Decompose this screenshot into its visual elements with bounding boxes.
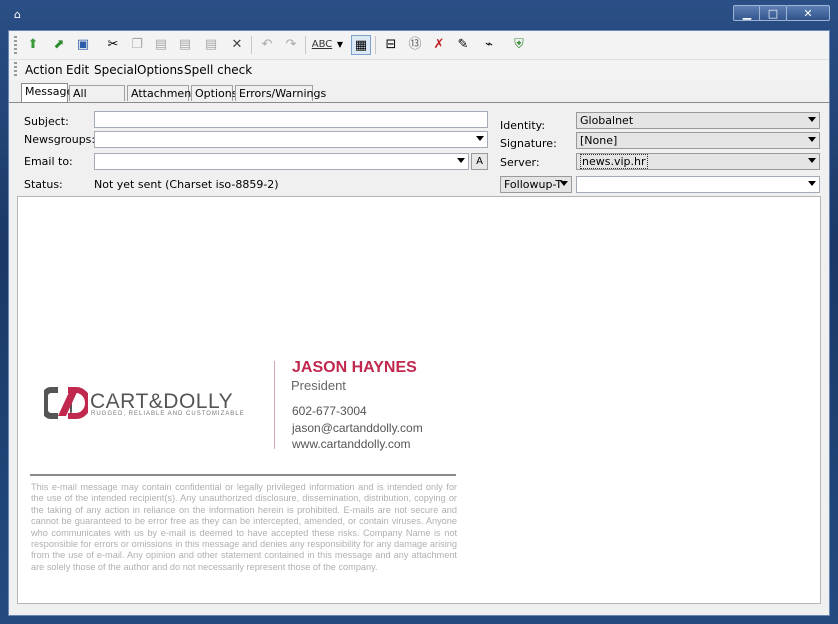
status-value: Not yet sent (Charset iso-8859-2) — [94, 178, 279, 191]
pgp-icon[interactable]: ⛨ — [509, 35, 529, 55]
copy-icon[interactable]: ❐ — [127, 35, 147, 55]
toolbar: ⬆ ⬈ ▣ ✂ ❐ ▤ ▤ ▤ ✕ ↶ ↷ ABC ▼ ▦ ⊟ ⑬ ✗ ✎ ⌁ … — [9, 31, 829, 60]
insert-icon[interactable]: ▦ — [351, 35, 371, 55]
signature-icon[interactable]: ✎ — [453, 35, 473, 55]
paste-icon[interactable]: ▤ — [151, 35, 171, 55]
redo-icon[interactable]: ↷ — [281, 35, 301, 55]
separator — [305, 36, 306, 54]
tab-attachments[interactable]: Attachments — [127, 85, 201, 101]
signature-name: JASON HAYNES — [292, 359, 417, 376]
identity-select[interactable]: Globalnet — [576, 112, 820, 129]
signature-value: [None] — [580, 134, 618, 147]
signature-select[interactable]: [None] — [576, 132, 820, 149]
title-bar[interactable]: ⌂ ▁ □ ✕ — [0, 0, 838, 30]
subject-label: Subject: — [24, 115, 69, 128]
menu-grip[interactable] — [14, 62, 17, 78]
followup-select[interactable]: Followup-T — [500, 176, 572, 193]
menu-spell-check[interactable]: Spell check — [184, 63, 252, 77]
wrap-icon[interactable]: ⌁ — [479, 35, 499, 55]
undo-icon[interactable]: ↶ — [257, 35, 277, 55]
spell-check-icon[interactable]: ABC — [311, 35, 333, 55]
delete-icon[interactable]: ✕ — [227, 35, 247, 55]
emailto-input[interactable] — [94, 153, 469, 170]
attach-icon[interactable]: ⊟ — [381, 35, 401, 55]
followup-value: Followup-T — [504, 178, 563, 191]
signature-title: President — [291, 378, 346, 393]
home-icon[interactable]: ⌂ — [14, 9, 26, 21]
server-label: Server: — [500, 156, 540, 169]
menu-special[interactable]: Special — [94, 63, 137, 77]
menu-edit[interactable]: Edit — [66, 63, 89, 77]
server-select[interactable]: news.vip.hr — [576, 153, 820, 170]
chevron-down-icon[interactable] — [457, 158, 465, 163]
address-book-button[interactable]: A — [471, 153, 488, 170]
menu-options[interactable]: Options — [137, 63, 183, 77]
status-label: Status: — [24, 178, 63, 191]
menu-action[interactable]: Action — [25, 63, 63, 77]
chevron-down-icon[interactable] — [560, 181, 568, 186]
newsgroups-label: Newsgroups: — [24, 133, 96, 146]
signature-phone: 602-677-3004 — [292, 404, 367, 418]
menu-bar: Action Edit Special Options Spell check — [9, 60, 829, 80]
header-form: Subject: Newsgroups: Email to: A Status:… — [9, 102, 829, 196]
tab-all-headers[interactable]: All headers — [69, 85, 125, 115]
disclaimer-text: This e-mail message may contain confiden… — [31, 482, 457, 572]
chevron-down-icon[interactable] — [476, 136, 484, 141]
cut-icon[interactable]: ✂ — [103, 35, 123, 55]
identity-label: Identity: — [500, 119, 546, 132]
composer-window: ⌂ ▁ □ ✕ ⬆ ⬈ ▣ ✂ ❐ ▤ ▤ ▤ ✕ ↶ ↷ ABC ▼ ▦ ⊟ … — [0, 0, 838, 624]
send-later-icon[interactable]: ⬈ — [49, 35, 69, 55]
signature-website[interactable]: www.cartanddolly.com — [292, 437, 411, 451]
chevron-down-icon[interactable] — [808, 181, 816, 186]
spell-check-dropdown-icon[interactable]: ▼ — [335, 35, 345, 55]
separator — [375, 36, 376, 54]
rot13-icon[interactable]: ⑬ — [405, 35, 425, 55]
logo-tagline: RUGGED, RELIABLE AND CUSTOMIZABLE — [91, 411, 245, 417]
remove-icon[interactable]: ✗ — [429, 35, 449, 55]
signature-divider — [274, 361, 275, 449]
maximize-button[interactable]: □ — [759, 5, 787, 21]
client-area: ⬆ ⬈ ▣ ✂ ❐ ▤ ▤ ▤ ✕ ↶ ↷ ABC ▼ ▦ ⊟ ⑬ ✗ ✎ ⌁ … — [8, 30, 830, 616]
disclaimer-divider — [30, 474, 456, 476]
paste-quote-icon[interactable]: ▤ — [175, 35, 195, 55]
identity-value: Globalnet — [580, 114, 634, 127]
save-icon[interactable]: ▣ — [73, 35, 93, 55]
close-button[interactable]: ✕ — [786, 5, 830, 21]
cart-and-dolly-logo — [44, 387, 88, 419]
send-icon[interactable]: ⬆ — [23, 35, 43, 55]
signature-email[interactable]: jason@cartanddolly.com — [292, 421, 423, 435]
separator — [251, 36, 252, 54]
followup-input[interactable] — [576, 176, 820, 193]
tab-options[interactable]: Options — [191, 85, 237, 101]
signature-label: Signature: — [500, 137, 557, 150]
paste-special-icon[interactable]: ▤ — [201, 35, 221, 55]
server-value: news.vip.hr — [580, 154, 648, 169]
newsgroups-input[interactable] — [94, 131, 488, 148]
toolbar-grip[interactable] — [14, 36, 17, 56]
message-body[interactable]: CART&DOLLY RUGGED, RELIABLE AND CUSTOMIZ… — [17, 196, 821, 604]
emailto-label: Email to: — [24, 155, 73, 168]
chevron-down-icon[interactable] — [808, 117, 816, 122]
tab-strip: Message All headers Attachments Options … — [9, 83, 829, 115]
tab-message[interactable]: Message — [21, 83, 73, 102]
chevron-down-icon[interactable] — [808, 137, 816, 142]
minimize-button[interactable]: ▁ — [733, 5, 761, 21]
chevron-down-icon[interactable] — [808, 158, 816, 163]
tab-errors-warnings[interactable]: Errors/Warnings — [235, 85, 326, 101]
subject-input[interactable] — [94, 111, 488, 128]
